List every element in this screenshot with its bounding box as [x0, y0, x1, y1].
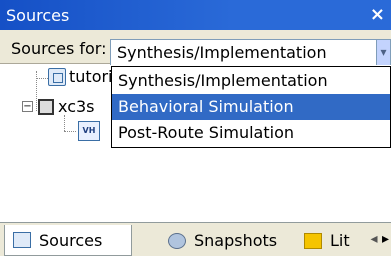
sources-tab-icon: [13, 232, 31, 248]
project-doc-icon: [48, 67, 66, 86]
sources-for-select[interactable]: Synthesis/Implementation ▾: [110, 39, 391, 66]
scroll-left-icon[interactable]: ◂: [370, 231, 377, 247]
panel-title: Sources: [6, 5, 70, 25]
chevron-down-icon[interactable]: ▾: [376, 40, 390, 65]
tree-item-label: xc3s: [58, 97, 95, 116]
tree-item-vhdl-file[interactable]: VH: [78, 121, 100, 141]
tab-scroll-arrows: ◂ ▸: [370, 231, 389, 247]
dropdown-option-synthesis[interactable]: Synthesis/Implementation: [112, 68, 390, 94]
tab-sources[interactable]: Sources: [4, 225, 132, 256]
dropdown-option-post-route[interactable]: Post-Route Simulation: [112, 120, 390, 146]
collapse-icon[interactable]: −: [22, 101, 33, 112]
vhdl-file-icon: VH: [78, 121, 100, 141]
sources-panel: Sources × Sources for: Synthesis/Impleme…: [0, 0, 391, 256]
sources-for-dropdown-list: Synthesis/Implementation Behavioral Simu…: [111, 66, 391, 148]
tree-item-label: tutori: [69, 67, 113, 86]
tab-snapshots[interactable]: Snapshots: [160, 225, 280, 256]
tree-item-project[interactable]: tutori: [48, 67, 113, 86]
tab-label: Snapshots: [194, 231, 278, 250]
libraries-tab-icon: [304, 232, 322, 249]
tab-label: Sources: [39, 230, 103, 250]
close-icon[interactable]: ×: [370, 6, 385, 24]
sources-for-selected-value: Synthesis/Implementation: [117, 43, 327, 62]
dropdown-option-behavioral[interactable]: Behavioral Simulation: [112, 94, 390, 120]
panel-tab-bar: Sources Snapshots Lit ◂ ▸: [0, 222, 391, 256]
scroll-right-icon[interactable]: ▸: [382, 231, 389, 247]
panel-titlebar[interactable]: Sources ×: [0, 0, 391, 30]
tab-libraries[interactable]: Lit: [296, 225, 356, 256]
sources-for-label: Sources for:: [11, 39, 107, 58]
chip-icon: [38, 98, 54, 115]
snapshots-tab-icon: [168, 232, 186, 249]
tab-label: Lit: [330, 231, 350, 250]
tree-item-device[interactable]: − xc3s: [22, 97, 95, 116]
